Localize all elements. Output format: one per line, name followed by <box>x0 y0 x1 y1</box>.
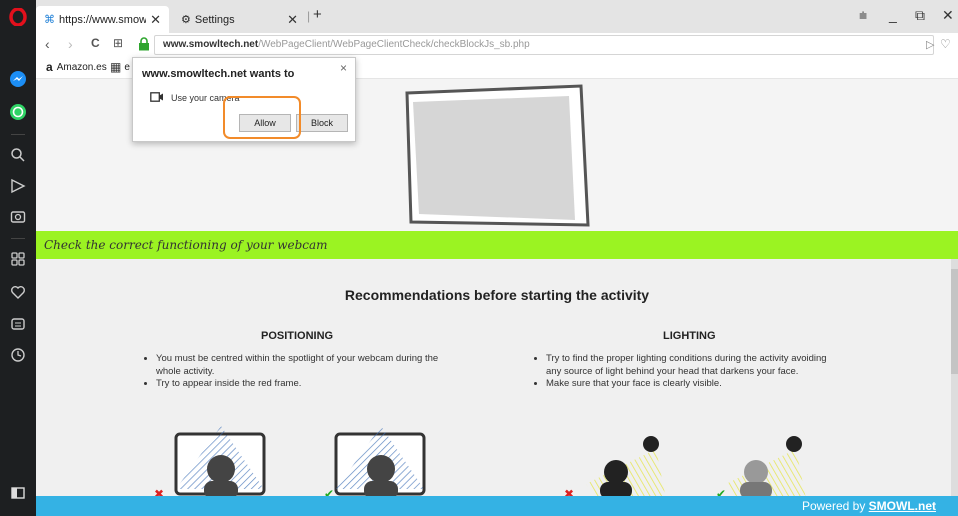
speed-dial-icon[interactable] <box>6 247 30 271</box>
smowl-link[interactable]: SMOWL <box>869 499 915 513</box>
bookmark-label: Amazon.es <box>56 61 107 73</box>
forward-button[interactable]: › <box>68 36 73 52</box>
bookmark-label: e <box>124 61 130 73</box>
amazon-icon: a <box>46 60 53 74</box>
sidebar-toggle-icon[interactable] <box>6 481 30 505</box>
close-tab-icon[interactable]: ✕ <box>150 12 161 28</box>
news-icon[interactable] <box>6 312 30 336</box>
web-page: Check the correct functioning of your we… <box>36 79 958 516</box>
gear-icon: ⚙ <box>181 14 191 26</box>
tab-menu-icon[interactable]: ⩧ <box>859 7 867 24</box>
reload-button[interactable]: C <box>91 36 100 50</box>
url-domain: www.smowltech.net <box>163 39 259 50</box>
heart-icon[interactable] <box>6 280 30 304</box>
positioning-list: You must be centred within the spotlight… <box>146 353 446 391</box>
opera-sidebar <box>0 0 36 516</box>
whatsapp-icon[interactable] <box>6 100 30 124</box>
webcam-check-banner: Check the correct functioning of your we… <box>36 231 958 259</box>
new-tab-button[interactable]: + <box>313 6 322 23</box>
secure-lock-icon[interactable] <box>138 37 150 56</box>
camera-icon[interactable] <box>6 204 30 228</box>
opera-logo-icon[interactable] <box>6 5 30 29</box>
block-button[interactable]: Block <box>296 114 348 132</box>
lighting-list: Try to find the proper lighting conditio… <box>536 353 836 391</box>
allow-highlight-box <box>223 96 301 139</box>
restore-button[interactable]: ⧉ <box>915 7 925 24</box>
messenger-icon[interactable] <box>6 67 30 91</box>
list-item: Try to find the proper lighting conditio… <box>546 353 836 378</box>
positioning-title: POSITIONING <box>261 330 334 342</box>
video-camera-icon <box>150 92 164 104</box>
list-item: Try to appear inside the red frame. <box>156 378 446 391</box>
history-icon[interactable] <box>6 343 30 367</box>
footer-prefix: Powered by <box>801 499 869 513</box>
powered-by-footer: Powered by SMOWL.net <box>36 496 958 516</box>
page-favicon-icon: ⌘ <box>44 14 55 26</box>
url-path: /WebPageClient/WebPageClientCheck/checkB… <box>258 39 530 50</box>
close-tab-icon[interactable]: ✕ <box>287 12 298 28</box>
send-flow-icon[interactable]: ▷ <box>926 38 934 51</box>
speed-dial-button[interactable]: ⊞ <box>113 36 123 50</box>
send-icon[interactable] <box>6 174 30 198</box>
address-bar[interactable]: www.smowltech.net/WebPageClient/WebPageC… <box>154 35 934 55</box>
tab-settings[interactable]: ⚙ Settings ✕ <box>173 6 306 33</box>
minimize-button[interactable]: _ <box>889 7 897 23</box>
bookmark-amazon[interactable]: a Amazon.es <box>46 60 107 74</box>
list-item: Make sure that your face is clearly visi… <box>546 378 836 391</box>
footer-suffix: .net <box>914 499 936 513</box>
tab-strip: ⌘ https://www.smowltech.ne ✕ ⚙ Settings … <box>36 0 958 33</box>
close-window-button[interactable]: ✕ <box>942 7 954 24</box>
lighting-illustration: ✖ ✔ <box>564 436 806 499</box>
popup-title: www.smowltech.net wants to <box>142 68 295 80</box>
list-item: You must be centred within the spotlight… <box>156 353 446 378</box>
recommendations-title: Recommendations before starting the acti… <box>344 287 650 303</box>
positioning-illustration: ✖ ✔ <box>154 426 426 499</box>
bookmark-heart-icon[interactable]: ♡ <box>940 37 951 51</box>
close-popup-icon[interactable]: × <box>340 61 347 75</box>
tab-label: Settings <box>194 13 235 26</box>
tab-smowltech[interactable]: ⌘ https://www.smowltech.ne ✕ <box>36 6 169 33</box>
bookmark-item[interactable]: ▦ e <box>110 60 130 74</box>
lighting-title: LIGHTING <box>663 330 716 342</box>
back-button[interactable]: ‹ <box>45 36 50 52</box>
search-icon[interactable] <box>6 143 30 167</box>
webcam-preview-frame <box>405 84 590 227</box>
store-icon: ▦ <box>110 60 122 74</box>
tab-label: https://www.smowltech.ne <box>59 13 147 26</box>
recommendations-section: Recommendations before starting the acti… <box>36 259 958 516</box>
scrollbar-thumb[interactable] <box>951 269 958 374</box>
navigation-bar: ‹ › C ⊞ www.smowltech.net/WebPageClient/… <box>36 33 958 57</box>
